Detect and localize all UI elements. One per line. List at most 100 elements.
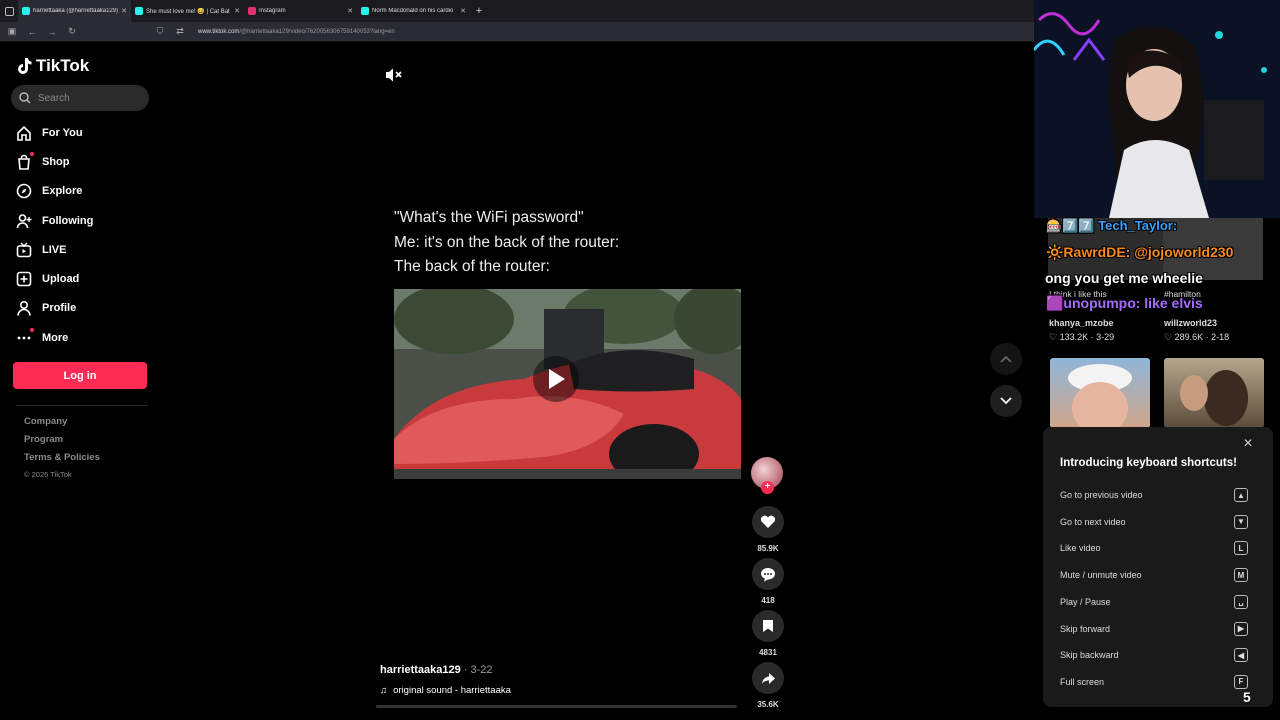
- browser-tab[interactable]: She must love me! 😅 | Cat Bat ✕: [131, 0, 244, 22]
- share-action[interactable]: 35.6K: [751, 662, 785, 709]
- grid-username[interactable]: willzworld23: [1164, 318, 1229, 328]
- sidebar-item-more[interactable]: More: [16, 323, 156, 352]
- new-tab-button[interactable]: +: [470, 5, 488, 17]
- comment-action[interactable]: 418: [751, 558, 785, 605]
- caption-line: The back of the router:: [394, 258, 550, 275]
- sidebar-item-shop[interactable]: Shop: [16, 147, 156, 176]
- reload-icon[interactable]: ↻: [66, 26, 78, 37]
- shortcut-key: ␣: [1234, 594, 1248, 609]
- save-count: 4831: [759, 648, 777, 657]
- notification-dot: [30, 151, 34, 156]
- sidebar-item-profile[interactable]: Profile: [16, 294, 156, 323]
- shortcut-row: Go to previous video ▲: [1060, 487, 1248, 503]
- close-icon[interactable]: ✕: [1243, 436, 1253, 450]
- browser-tab-strip: harriettaaka (@harriettaaka129) ✕ She must…: [0, 0, 1034, 22]
- footer-link-terms[interactable]: Terms & Policies: [24, 452, 100, 470]
- upload-icon: [16, 271, 32, 287]
- profile-icon: [16, 300, 32, 317]
- close-tab-icon[interactable]: ✕: [347, 7, 353, 15]
- sidebar-item-label: Following: [42, 214, 94, 227]
- sound-link[interactable]: ♫ original sound - harriettaaka: [380, 685, 511, 696]
- tiktok-logo[interactable]: TikTok: [16, 56, 89, 76]
- sidebar-nav: For You Shop Explore Following LIVE Upload Pro…: [16, 118, 156, 352]
- video-progress-bar[interactable]: [376, 705, 737, 708]
- browser-menu-icon[interactable]: [0, 0, 18, 22]
- chat-message: 🟪unopumpo: like elvis: [1046, 295, 1203, 311]
- sidebar-item-upload[interactable]: Upload: [16, 264, 156, 293]
- like-action[interactable]: 85.9K: [751, 506, 785, 553]
- heart-icon: [760, 515, 776, 528]
- corner-count: 5: [1243, 689, 1251, 705]
- sidebar-item-following[interactable]: Following: [16, 206, 156, 235]
- grid-item-meta[interactable]: khanya_mzobe ♡ 133.2K · 3-29: [1049, 318, 1114, 343]
- search-input[interactable]: Search: [11, 85, 149, 111]
- video-author[interactable]: harriettaaka129 · 3-22: [380, 664, 493, 676]
- tab-title: harriettaaka (@harriettaaka129): [33, 8, 119, 14]
- shortcut-row: Skip forward ▶: [1060, 621, 1248, 637]
- grid-username[interactable]: khanya_mzobe: [1049, 318, 1114, 328]
- shortcut-key: ◀: [1234, 648, 1248, 663]
- back-icon[interactable]: ←: [26, 27, 38, 37]
- search-placeholder: Search: [38, 92, 70, 104]
- shortcut-key: ▼: [1234, 514, 1248, 529]
- play-button[interactable]: [533, 356, 579, 402]
- shortcut-key: F: [1234, 674, 1248, 689]
- previous-video-button[interactable]: [990, 343, 1022, 375]
- video-actions: +: [751, 457, 785, 494]
- browser-tab[interactable]: harriettaaka (@harriettaaka129) ✕: [18, 0, 131, 22]
- shortcut-key: ▲: [1234, 488, 1248, 502]
- footer-link-company[interactable]: Company: [24, 416, 100, 434]
- footer-link-program[interactable]: Program: [24, 434, 100, 452]
- author-avatar[interactable]: +: [751, 457, 783, 494]
- shortcut-row: Like video L: [1060, 540, 1248, 556]
- streamer-webcam-image: [1034, 0, 1280, 218]
- tab-title: Instagram: [259, 8, 286, 14]
- chat-message: ong you get me wheelie: [1045, 270, 1203, 286]
- heart-outline-icon: ♡: [1164, 332, 1173, 342]
- shortcut-row: Go to next video ▼: [1060, 514, 1248, 530]
- sidebar-item-live[interactable]: LIVE: [16, 235, 156, 264]
- shortcut-key: L: [1234, 541, 1248, 556]
- sidebar-item-explore[interactable]: Explore: [16, 177, 156, 206]
- explore-icon: [16, 183, 32, 199]
- bookmark-icon: [763, 620, 773, 632]
- chevron-down-icon: [1000, 397, 1012, 405]
- sidebar-divider: [16, 405, 148, 406]
- copyright-text: © 2026 TikTok: [24, 470, 72, 479]
- shortcut-key: M: [1234, 568, 1248, 583]
- author-name[interactable]: harriettaaka129: [380, 664, 461, 676]
- login-button[interactable]: Log in: [13, 362, 147, 389]
- browser-tab[interactable]: Norm Macdonald on his cardio ✕: [357, 0, 470, 22]
- tab-favicon-icon: [248, 7, 256, 15]
- caption-line: Me: it's on the back of the router:: [394, 233, 620, 251]
- next-video-button[interactable]: [990, 385, 1022, 417]
- sidebar-item-label: For You: [42, 126, 83, 139]
- shortcut-label: Full screen: [1060, 676, 1105, 687]
- tiktok-page: TikTok Search For You Shop Explore Followin…: [0, 43, 1034, 720]
- close-tab-icon[interactable]: ✕: [234, 7, 240, 15]
- video-thumbnail[interactable]: [1050, 358, 1150, 428]
- forward-icon[interactable]: →: [46, 27, 58, 37]
- shortcut-label: Go to next video: [1060, 516, 1126, 527]
- close-tab-icon[interactable]: ✕: [121, 7, 127, 15]
- video-thumbnail[interactable]: [1164, 358, 1264, 428]
- sidebar-item-label: More: [42, 331, 69, 344]
- heart-outline-icon: ♡: [1049, 332, 1058, 342]
- search-icon: [19, 92, 31, 104]
- save-action[interactable]: 4831: [751, 610, 785, 657]
- tab-favicon-icon: [135, 7, 143, 15]
- more-icon: [16, 327, 34, 346]
- url-field[interactable]: www.tiktok.com/@harriettaaka129/video/76…: [198, 29, 395, 35]
- shield-icon[interactable]: ⛉: [154, 26, 166, 37]
- live-icon: [16, 242, 32, 258]
- grid-item-meta[interactable]: willzworld23 ♡ 289.6K · 2-18: [1164, 318, 1229, 343]
- sidebar-item-for-you[interactable]: For You: [16, 118, 156, 147]
- sidebar-toggle-icon[interactable]: ▣: [6, 26, 18, 37]
- post-date: · 3-22: [460, 664, 493, 676]
- mute-button[interactable]: [385, 67, 403, 88]
- comment-count: 418: [761, 596, 775, 605]
- permissions-icon[interactable]: ⇄: [174, 26, 186, 37]
- follow-button[interactable]: +: [761, 481, 774, 494]
- close-tab-icon[interactable]: ✕: [460, 7, 466, 15]
- browser-tab[interactable]: Instagram ✕: [244, 0, 357, 22]
